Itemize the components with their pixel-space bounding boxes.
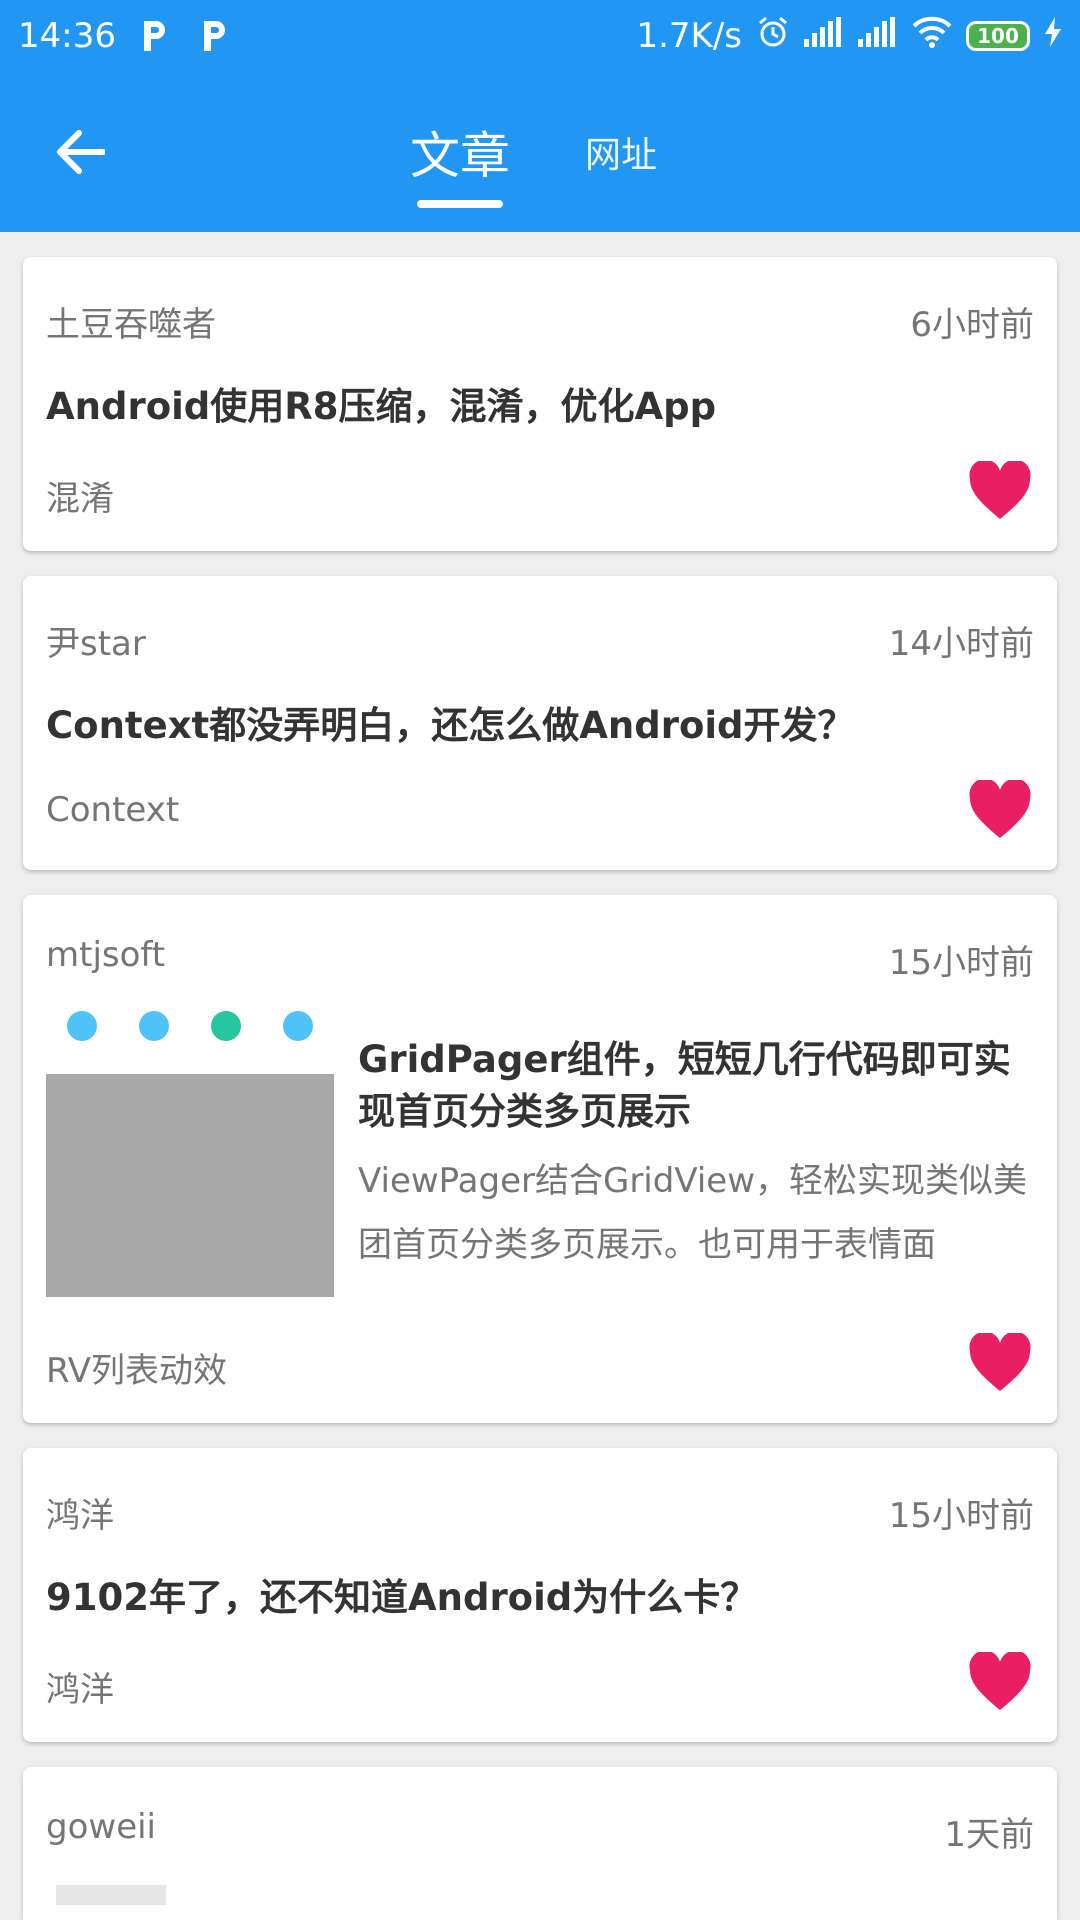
wifi-icon — [912, 16, 952, 57]
heart-icon[interactable] — [968, 780, 1032, 840]
status-bar: 14:36 1.7K/s 100 — [0, 0, 1080, 72]
article-card[interactable]: 尹star 14小时前 Context都没弄明白，还怎么做Android开发？ … — [23, 576, 1057, 870]
article-description: ViewPager结合GridView，轻松实现类似美团首页分类多页展示。也可用… — [358, 1161, 1028, 1265]
article-thumbnail[interactable] — [46, 1007, 334, 1297]
charging-icon — [1044, 16, 1062, 56]
article-time: 1天前 — [944, 1815, 1034, 1855]
article-card[interactable]: 土豆吞噬者 6小时前 Android使用R8压缩，混淆，优化App 混淆 — [23, 257, 1057, 551]
thumbnail-image — [46, 1074, 334, 1297]
tab-indicator — [417, 200, 503, 208]
back-button[interactable] — [50, 122, 110, 182]
thumbnail-preview-icons — [46, 1007, 334, 1074]
article-author[interactable]: goweii — [46, 1807, 156, 1847]
parking-app-icon — [138, 19, 172, 53]
signal-icon-2 — [858, 16, 898, 56]
heart-icon[interactable] — [968, 461, 1032, 521]
net-speed: 1.7K/s — [636, 16, 742, 56]
signal-icon — [804, 16, 844, 56]
status-time: 14:36 — [18, 16, 116, 56]
article-thumbnail[interactable] — [56, 1885, 166, 1905]
article-tag[interactable]: RV列表动效 — [46, 1343, 227, 1392]
article-tag[interactable]: Context — [46, 790, 179, 830]
article-title[interactable]: Context都没弄明白，还怎么做Android开发？ — [46, 700, 1034, 752]
alarm-icon — [756, 15, 790, 58]
article-tag[interactable]: 鸿洋 — [46, 1662, 114, 1711]
article-card[interactable]: mtjsoft 15小时前 GridPager组件，短短几行代码即可实现首页分类… — [23, 895, 1057, 1423]
tab-articles[interactable]: 文章 — [410, 72, 510, 232]
article-time: 15小时前 — [888, 943, 1034, 983]
tab-sites[interactable]: 网址 — [585, 72, 657, 232]
status-indicators: 1.7K/s 100 — [636, 15, 1062, 58]
article-time: 6小时前 — [910, 305, 1034, 345]
parking-app-icon-2 — [198, 19, 232, 53]
article-author[interactable]: 土豆吞噬者 — [46, 297, 216, 346]
heart-icon[interactable] — [968, 1652, 1032, 1712]
article-author[interactable]: 鸿洋 — [46, 1488, 114, 1537]
article-author[interactable]: mtjsoft — [46, 935, 165, 975]
article-time: 15小时前 — [888, 1496, 1034, 1536]
article-title[interactable]: GridPager组件，短短几行代码即可实现首页分类多页展示 — [358, 1034, 1034, 1138]
article-card[interactable]: goweii 1天前 — [23, 1767, 1057, 1920]
article-title[interactable]: 9102年了，还不知道Android为什么卡？ — [46, 1572, 1034, 1624]
article-title[interactable]: Android使用R8压缩，混淆，优化App — [46, 381, 1034, 433]
app-bar: 14:36 1.7K/s 100 文章 网址 — [0, 0, 1080, 232]
article-tag[interactable]: 混淆 — [46, 471, 114, 520]
toolbar: 文章 网址 — [0, 72, 1080, 232]
article-author[interactable]: 尹star — [46, 616, 146, 665]
article-card[interactable]: 鸿洋 15小时前 9102年了，还不知道Android为什么卡？ 鸿洋 — [23, 1448, 1057, 1742]
battery-indicator: 100 — [966, 21, 1030, 51]
arrow-left-icon — [57, 130, 105, 174]
heart-icon[interactable] — [968, 1333, 1032, 1393]
article-time: 14小时前 — [888, 624, 1034, 664]
